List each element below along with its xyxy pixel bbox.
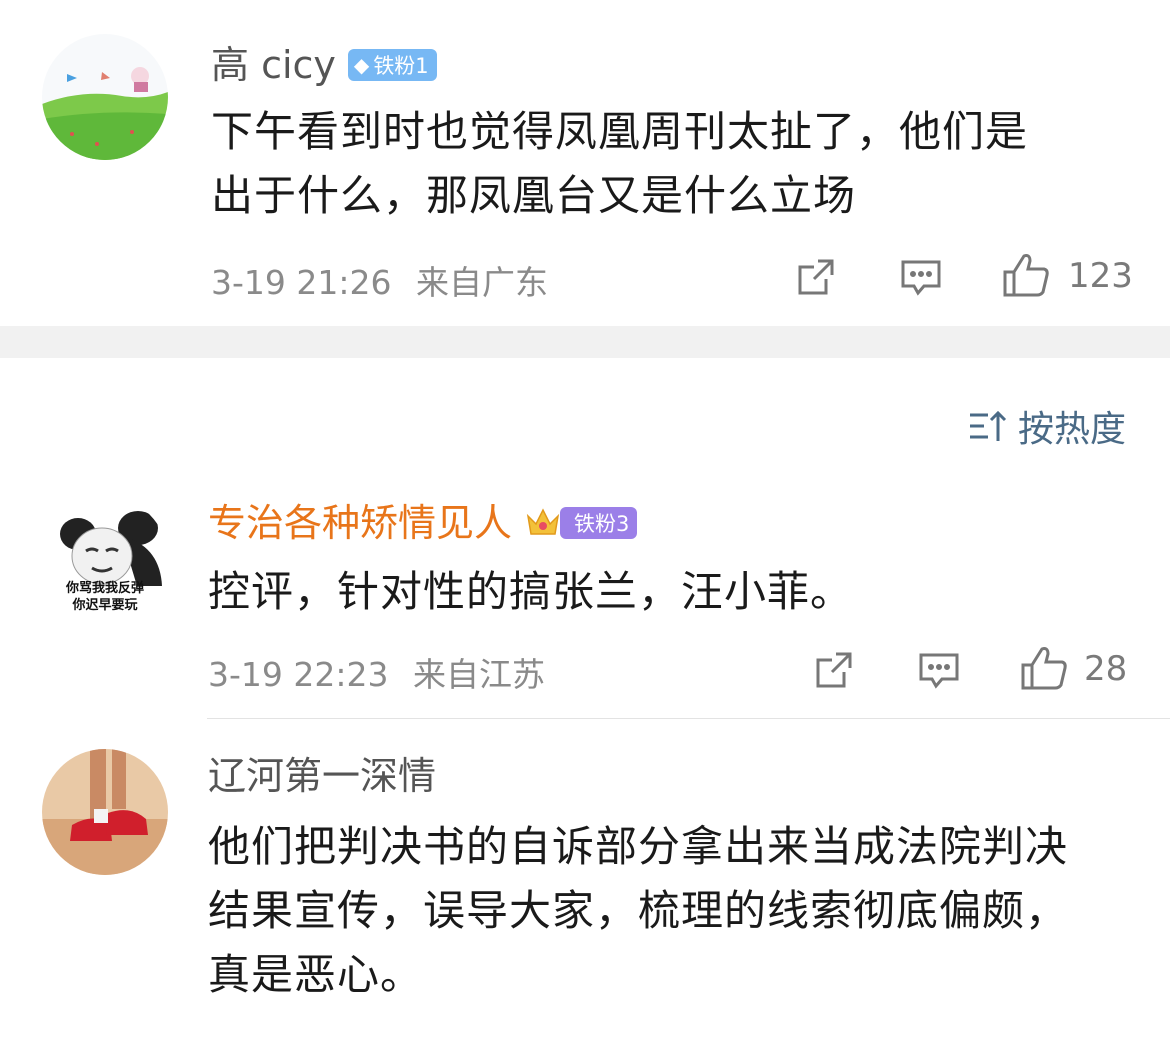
timestamp: 3-19 22:23 bbox=[208, 655, 389, 694]
timestamp: 3-19 21:26 bbox=[211, 263, 392, 302]
comment-line: 出于什么，那凤凰台又是什么立场 bbox=[211, 171, 857, 220]
share-button[interactable] bbox=[814, 650, 854, 694]
avatar[interactable] bbox=[42, 34, 168, 160]
like-button[interactable] bbox=[1020, 645, 1068, 695]
comment-line: 结果宣传，误导大家，梳理的线索彻底偏颇， bbox=[208, 886, 1069, 935]
comment-icon bbox=[901, 260, 941, 296]
comment-line: 他们把判决书的自诉部分拿出来当成法院判决 bbox=[208, 822, 1069, 871]
comment-line: 真是恶心。 bbox=[208, 950, 424, 999]
sort-icon bbox=[969, 410, 1007, 441]
badge-label: 铁粉1 bbox=[373, 54, 429, 78]
comment-item: 辽河第一深情 他们把判决书的自诉部分拿出来当成法院判决 结果宣传，误导大家，梳理… bbox=[0, 719, 1170, 1037]
comment-icon bbox=[919, 653, 959, 689]
reply-button[interactable] bbox=[918, 651, 960, 695]
share-icon bbox=[816, 652, 852, 688]
badge-label: 铁粉3 bbox=[574, 512, 630, 536]
sort-label: 按热度 bbox=[1017, 409, 1126, 450]
comment-meta: 3-19 22:23 来自江苏 bbox=[208, 648, 545, 696]
like-button[interactable] bbox=[1002, 252, 1050, 302]
fan-badge[interactable]: 铁粉3 bbox=[560, 507, 638, 539]
location: 来自江苏 bbox=[413, 655, 545, 694]
avatar[interactable]: 你骂我我反弹 你迟早要玩 bbox=[42, 496, 168, 622]
comment-text: 下午看到时也觉得凤凰周刊太扯了，他们是 出于什么，那凤凰台又是什么立场 bbox=[211, 100, 1111, 228]
comment-item: 高 cicy ◆ 铁粉1 下午看到时也觉得凤凰周刊太扯了，他们是 出于什么，那凤… bbox=[0, 0, 1170, 326]
comment-header: 专治各种矫情见人 铁粉3 bbox=[208, 500, 638, 546]
username[interactable]: 辽河第一深情 bbox=[208, 753, 436, 799]
diamond-icon: ◆ bbox=[353, 53, 370, 77]
comment-line: 下午看到时也觉得凤凰周刊太扯了，他们是 bbox=[211, 107, 1029, 156]
fan-badge[interactable]: ◆ 铁粉1 bbox=[347, 49, 437, 81]
thumbs-up-icon bbox=[1021, 647, 1067, 690]
username[interactable]: 专治各种矫情见人 bbox=[208, 500, 512, 546]
location: 来自广东 bbox=[416, 263, 548, 302]
comment-line: 控评，针对性的搞张兰，汪小菲。 bbox=[208, 567, 854, 616]
avatar-caption: 你骂我我反弹 你迟早要玩 bbox=[65, 581, 144, 613]
crown-icon bbox=[526, 508, 560, 535]
thumbs-up-icon bbox=[1003, 254, 1049, 297]
comment-text: 控评，针对性的搞张兰，汪小菲。 bbox=[208, 560, 1138, 624]
reply-button[interactable] bbox=[900, 258, 942, 302]
comment-item: 你骂我我反弹 你迟早要玩 专治各种矫情见人 铁粉3 控评，针对性的搞张兰，汪小菲… bbox=[0, 480, 1170, 718]
share-icon bbox=[798, 259, 834, 295]
avatar[interactable] bbox=[42, 749, 168, 875]
comment-meta: 3-19 21:26 来自广东 bbox=[211, 256, 548, 304]
section-divider bbox=[0, 326, 1170, 358]
comment-text: 他们把判决书的自诉部分拿出来当成法院判决 结果宣传，误导大家，梳理的线索彻底偏颇… bbox=[208, 815, 1148, 1007]
share-button[interactable] bbox=[796, 257, 836, 301]
like-count: 123 bbox=[1068, 256, 1133, 296]
sort-toggle[interactable]: 按热度 bbox=[968, 400, 1126, 452]
like-count: 28 bbox=[1084, 649, 1128, 689]
comment-header: 高 cicy ◆ 铁粉1 bbox=[211, 42, 437, 88]
username[interactable]: 高 cicy bbox=[211, 42, 336, 88]
